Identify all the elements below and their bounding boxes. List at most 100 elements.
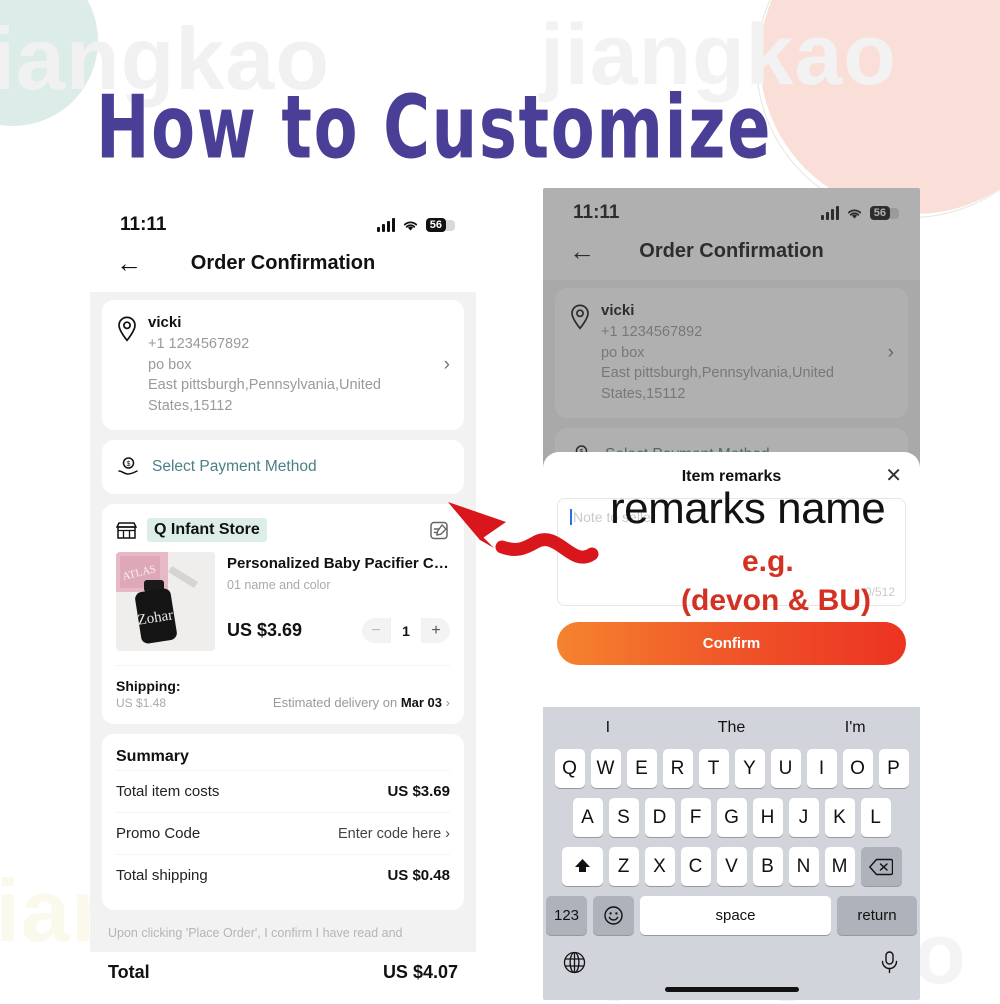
keyboard-row-2: A S D F G H J K L <box>546 798 917 837</box>
product-price: US $3.69 <box>227 620 303 641</box>
summary-row-label: Total shipping <box>116 867 208 885</box>
quantity-decrease-button[interactable]: − <box>362 618 390 644</box>
dimmed-order-screen: 11:11 56 ← Order Confirmation vicki +1 1… <box>543 188 920 483</box>
prediction-item[interactable]: I'm <box>793 719 917 737</box>
summary-row: Total shipping US $0.48 <box>116 854 450 896</box>
key-b[interactable]: B <box>752 847 783 886</box>
space-key[interactable]: space <box>640 896 831 935</box>
prediction-item[interactable]: The <box>670 719 794 737</box>
nav-bar: ← Order Confirmation <box>90 244 476 292</box>
quantity-value: 1 <box>390 618 422 644</box>
address-line1: po box <box>601 344 645 361</box>
key-x[interactable]: X <box>644 847 675 886</box>
chevron-right-icon[interactable]: › <box>888 342 894 364</box>
keyboard-row-1: Q W E R T Y U I O P <box>546 749 917 788</box>
quantity-stepper[interactable]: − 1 + <box>362 618 450 644</box>
address-phone: +1 1234567892 <box>148 336 250 352</box>
address-card[interactable]: vicki +1 1234567892 po box East pittsbur… <box>102 300 464 431</box>
address-line3: States,15112 <box>601 385 686 402</box>
key-e[interactable]: E <box>626 749 657 788</box>
key-o[interactable]: O <box>842 749 873 788</box>
summary-row-label: Promo Code <box>116 825 201 843</box>
summary-row-value: US $3.69 <box>387 783 450 801</box>
key-t[interactable]: T <box>698 749 729 788</box>
shipping-price: US $1.48 <box>116 696 167 711</box>
summary-card: Summary Total item costs US $3.69 Promo … <box>102 734 464 911</box>
key-c[interactable]: C <box>680 847 711 886</box>
key-i[interactable]: I <box>806 749 837 788</box>
key-j[interactable]: J <box>788 798 819 837</box>
keyboard-bottom-row <box>546 945 917 987</box>
summary-row-promo[interactable]: Promo Code Enter code here › <box>116 812 450 854</box>
store-product-card: Q Infant Store ATLAS Zohar Personalized … <box>102 504 464 725</box>
key-d[interactable]: D <box>644 798 675 837</box>
order-screen-body: vicki +1 1234567892 po box East pittsbur… <box>90 292 476 953</box>
key-r[interactable]: R <box>662 749 693 788</box>
wifi-icon <box>403 221 417 231</box>
key-u[interactable]: U <box>770 749 801 788</box>
onscreen-keyboard: I The I'm Q W E R T Y U I O P A S D F G … <box>543 707 920 1000</box>
key-l[interactable]: L <box>860 798 891 837</box>
back-arrow-icon[interactable]: ← <box>569 238 595 264</box>
product-title[interactable]: Personalized Baby Pacifier Clip Custo… <box>227 555 450 574</box>
product-thumbnail[interactable]: ATLAS Zohar <box>116 552 215 652</box>
address-line2: East pittsburgh,Pennsylvania,United <box>601 365 834 382</box>
globe-icon[interactable] <box>562 950 587 980</box>
note-edit-icon[interactable] <box>429 520 450 541</box>
svg-text:$: $ <box>127 462 131 469</box>
note-to-seller-input[interactable]: Note to seller 0/512 <box>557 498 906 606</box>
quantity-increase-button[interactable]: + <box>422 618 450 644</box>
address-line1: po box <box>148 356 192 373</box>
key-k[interactable]: K <box>824 798 855 837</box>
key-a[interactable]: A <box>572 798 603 837</box>
key-q[interactable]: Q <box>554 749 585 788</box>
back-arrow-icon[interactable]: ← <box>116 250 142 276</box>
text-caret <box>570 509 572 525</box>
modal-title: Item remarks <box>681 468 782 485</box>
promo-code-link[interactable]: Enter code here › <box>338 826 450 842</box>
shipping-eta[interactable]: Estimated delivery on Mar 03 › <box>273 695 450 710</box>
payment-method-card[interactable]: $ Select Payment Method <box>102 440 464 495</box>
status-time: 11:11 <box>573 202 620 223</box>
summary-title: Summary <box>116 748 189 766</box>
prediction-bar: I The I'm <box>546 707 917 749</box>
battery-indicator: 56 <box>869 206 900 220</box>
order-disclaimer: Upon clicking 'Place Order', I confirm I… <box>108 926 403 941</box>
shipping-label: Shipping: <box>116 678 181 695</box>
confirm-button[interactable]: Confirm <box>557 622 906 665</box>
address-name: vicki <box>148 314 182 331</box>
prediction-item[interactable]: I <box>546 719 670 737</box>
key-p[interactable]: P <box>878 749 909 788</box>
key-y[interactable]: Y <box>734 749 765 788</box>
chevron-right-icon[interactable]: › <box>444 354 450 376</box>
microphone-icon[interactable] <box>878 950 901 980</box>
return-key[interactable]: return <box>837 896 917 935</box>
storefront-icon <box>116 522 137 539</box>
product-variant: 01 name and color <box>227 578 331 593</box>
shift-arrow-icon[interactable] <box>561 847 603 886</box>
key-g[interactable]: G <box>716 798 747 837</box>
address-card[interactable]: vicki +1 1234567892 po box East pittsbur… <box>555 288 908 419</box>
chevron-right-icon: › <box>445 695 450 711</box>
key-n[interactable]: N <box>788 847 819 886</box>
phone-mockup-left: 11:11 56 ← Order Confirmation vicki +1 1… <box>90 200 476 990</box>
key-h[interactable]: H <box>752 798 783 837</box>
key-v[interactable]: V <box>716 847 747 886</box>
shipping-row[interactable]: Shipping: US $1.48 Estimated delivery on… <box>116 665 450 710</box>
close-icon[interactable]: ✕ <box>885 466 902 486</box>
status-time: 11:11 <box>120 214 167 235</box>
key-w[interactable]: W <box>590 749 621 788</box>
item-remarks-modal: Item remarks ✕ Note to seller 0/512 Conf… <box>543 452 920 675</box>
key-f[interactable]: F <box>680 798 711 837</box>
keyboard-row-4: 123 space return <box>546 896 917 935</box>
key-z[interactable]: Z <box>608 847 639 886</box>
location-pin-icon <box>571 304 589 330</box>
number-mode-key[interactable]: 123 <box>546 896 587 935</box>
page-title: How to Customize <box>96 78 773 179</box>
key-s[interactable]: S <box>608 798 639 837</box>
home-indicator <box>664 987 799 992</box>
key-m[interactable]: M <box>824 847 855 886</box>
store-name[interactable]: Q Infant Store <box>147 518 267 543</box>
emoji-smiley-icon[interactable] <box>593 896 634 935</box>
backspace-icon[interactable] <box>860 847 902 886</box>
